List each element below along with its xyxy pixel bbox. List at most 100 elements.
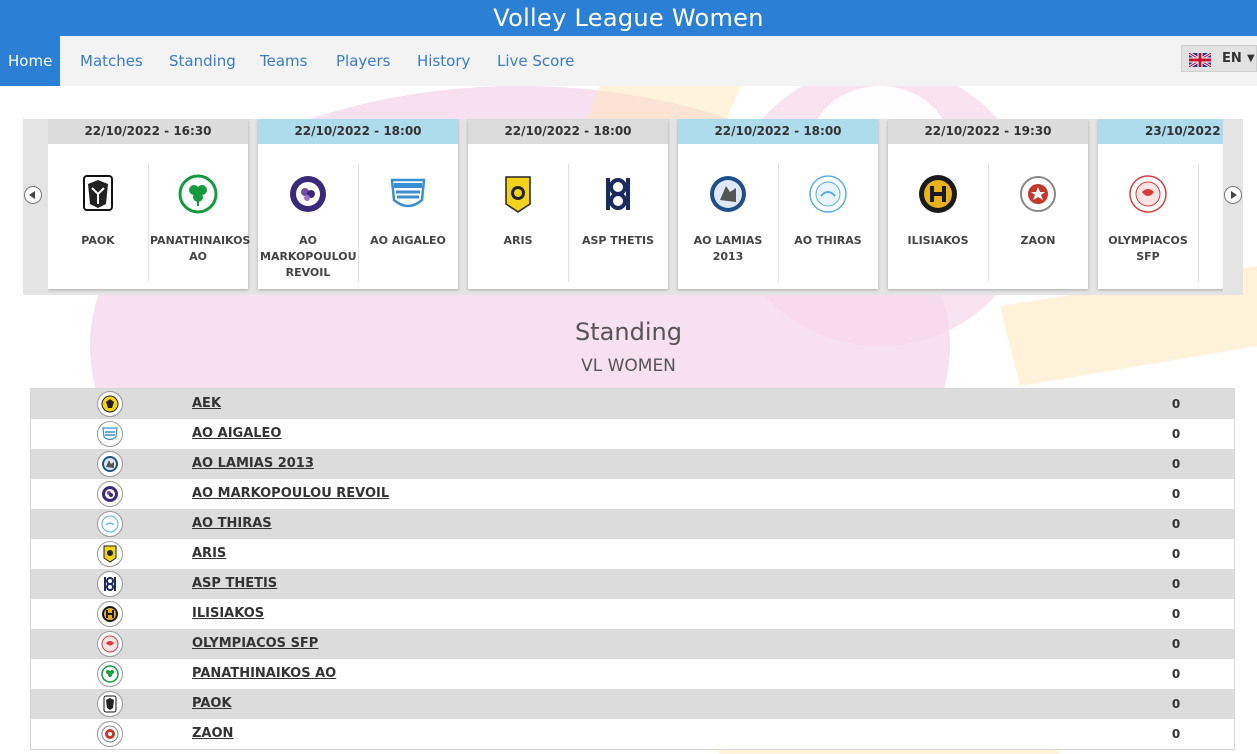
nav-players[interactable]: Players	[336, 36, 391, 86]
team-name: AO THIRAS	[794, 234, 862, 247]
table-row: PANATHINAIKOS AO 0	[31, 659, 1234, 689]
match-card[interactable]: 22/10/2022 - 18:00 ARIS ASP THETIS	[468, 119, 668, 289]
team-link[interactable]: PAOK	[192, 689, 232, 719]
team-link[interactable]: AO THIRAS	[192, 509, 272, 539]
team-link[interactable]: ILISIAKOS	[192, 599, 264, 629]
home-team[interactable]: AO MARKOPOULOU REVOIL	[258, 144, 358, 289]
nav-standing[interactable]: Standing	[169, 36, 236, 86]
match-card[interactable]: 22/10/2022 - 19:30 ILISIAKOS ZAON	[888, 119, 1088, 289]
panathinaikos-logo-icon	[178, 174, 218, 214]
table-row: AO AIGALEO 0	[31, 419, 1234, 449]
team-points: 0	[1171, 607, 1181, 621]
aris-logo-icon	[505, 176, 531, 213]
paok-logo-icon	[83, 175, 113, 211]
team-name: ASP THETIS	[581, 234, 655, 247]
thiras-logo-icon	[97, 511, 123, 537]
table-row: AO LAMIAS 2013 0	[31, 449, 1234, 479]
team-points: 0	[1171, 637, 1181, 651]
uk-flag-icon	[1189, 53, 1211, 67]
aris-logo-icon	[97, 541, 123, 567]
language-selector[interactable]: EN ▼	[1181, 45, 1257, 72]
team-name: AO LAMIAS 2013	[693, 234, 763, 263]
site-title: Volley League Women	[0, 0, 1257, 36]
match-card[interactable]: 22/10/2022 - 16:30 PAOK PANATHINAIKOS AO	[48, 119, 251, 289]
nav-live-score[interactable]: Live Score	[497, 36, 574, 86]
team-link[interactable]: AO AIGALEO	[192, 419, 281, 449]
table-row: OLYMPIACOS SFP 0	[31, 629, 1234, 659]
standing-title: Standing	[575, 318, 682, 346]
main-nav: Home Matches Standing Teams Players Hist…	[0, 36, 1257, 86]
carousel-next-button[interactable]	[1224, 186, 1242, 204]
team-link[interactable]: AEK	[192, 389, 221, 419]
nav-teams[interactable]: Teams	[260, 36, 307, 86]
team-name: ARIS	[503, 234, 533, 247]
table-row: ZAON 0	[31, 719, 1234, 749]
home-team[interactable]: AO LAMIAS 2013	[678, 144, 778, 289]
zaon-logo-icon	[97, 721, 123, 747]
match-card[interactable]: 22/10/2022 - 18:00 AO MARKOPOULOU REVOIL	[258, 119, 458, 289]
match-datetime: 22/10/2022 - 18:00	[258, 119, 458, 144]
team-name: PAOK	[81, 234, 115, 247]
caret-down-icon: ▼	[1247, 53, 1255, 64]
ilisiakos-logo-icon	[97, 601, 123, 627]
team-name: ZAON	[1020, 234, 1056, 247]
table-row: AO MARKOPOULOU REVOIL 0	[31, 479, 1234, 509]
away-team[interactable]: AO THIRAS	[778, 144, 878, 289]
thetis-logo-icon	[97, 571, 123, 597]
team-link[interactable]: ZAON	[192, 719, 233, 749]
markopoulou-logo-icon	[290, 176, 326, 212]
standing-subtitle: VL WOMEN	[581, 356, 676, 376]
thetis-logo-icon	[602, 178, 634, 210]
table-row: PAOK 0	[31, 689, 1234, 719]
team-name: ILISIAKOS	[907, 234, 969, 247]
chevron-left-icon	[29, 191, 35, 199]
team-points: 0	[1171, 427, 1181, 441]
match-datetime: 22/10/2022 - 18:00	[678, 119, 878, 144]
team-link[interactable]: AO LAMIAS 2013	[192, 449, 314, 479]
team-name: AO MARKOPOULOU REVOIL	[260, 234, 357, 279]
table-row: AO THIRAS 0	[31, 509, 1234, 539]
team-points: 0	[1171, 547, 1181, 561]
team-link[interactable]: AO MARKOPOULOU REVOIL	[192, 479, 389, 509]
aigaleo-logo-icon	[97, 421, 123, 447]
ilisiakos-logo-icon	[919, 175, 957, 213]
away-team[interactable]: AO AIGALEO	[358, 144, 458, 289]
team-link[interactable]: PANATHINAIKOS AO	[192, 659, 336, 689]
away-team[interactable]: ZAON	[988, 144, 1088, 289]
home-team[interactable]: OLYMPIACOS SFP	[1098, 144, 1198, 289]
carousel-prev-button[interactable]	[24, 186, 42, 204]
lamias-logo-icon	[710, 176, 746, 212]
nav-matches[interactable]: Matches	[80, 36, 143, 86]
paok-logo-icon	[97, 691, 123, 717]
match-datetime: 22/10/2022 - 16:30	[48, 119, 248, 144]
card-divider	[1198, 164, 1199, 282]
standing-table: AEK 0 AO AIGALEO 0 AO LAMIAS 2013 0 AO M…	[30, 388, 1235, 750]
home-team[interactable]: ARIS	[468, 144, 568, 289]
team-points: 0	[1171, 487, 1181, 501]
team-points: 0	[1171, 577, 1181, 591]
away-team[interactable]: ASP THETIS	[568, 144, 668, 289]
aek-logo-icon	[97, 391, 123, 417]
match-card[interactable]: 23/10/2022 - 1 OLYMPIACOS SFP	[1098, 119, 1223, 289]
carousel-viewport: 22/10/2022 - 16:30 PAOK PANATHINAIKOS AO…	[48, 119, 1223, 295]
nav-home[interactable]: Home	[0, 36, 61, 86]
home-team[interactable]: ILISIAKOS	[888, 144, 988, 289]
olympiacos-logo-icon	[97, 631, 123, 657]
team-link[interactable]: OLYMPIACOS SFP	[192, 629, 318, 659]
table-row: ILISIAKOS 0	[31, 599, 1234, 629]
away-team[interactable]: PANATHINAIKOS AO	[148, 144, 251, 289]
home-team[interactable]: PAOK	[48, 144, 148, 289]
team-points: 0	[1171, 727, 1181, 741]
nav-history[interactable]: History	[417, 36, 470, 86]
team-link[interactable]: ARIS	[192, 539, 226, 569]
team-link[interactable]: ASP THETIS	[192, 569, 277, 599]
match-datetime: 22/10/2022 - 18:00	[468, 119, 668, 144]
match-card[interactable]: 22/10/2022 - 18:00 AO LAMIAS 2013 AO THI…	[678, 119, 878, 289]
language-label: EN	[1222, 51, 1242, 66]
team-points: 0	[1171, 667, 1181, 681]
team-name: PANATHINAIKOS AO	[150, 234, 251, 263]
matches-carousel: 22/10/2022 - 16:30 PAOK PANATHINAIKOS AO…	[23, 119, 1243, 295]
team-points: 0	[1171, 397, 1181, 411]
team-name: AO AIGALEO	[370, 234, 446, 247]
team-name: OLYMPIACOS SFP	[1108, 234, 1188, 263]
